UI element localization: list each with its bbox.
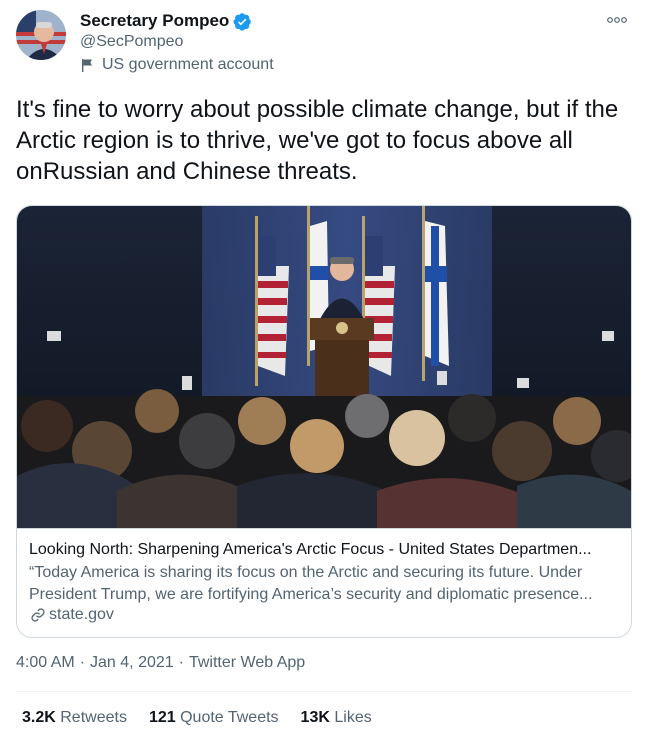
link-preview-card[interactable]: Looking North: Sharpening America's Arct… — [16, 205, 632, 638]
quote-tweets-stat[interactable]: 121 Quote Tweets — [149, 709, 279, 727]
likes-count: 13K — [300, 709, 330, 726]
link-icon — [31, 608, 45, 622]
avatar[interactable] — [16, 10, 66, 60]
card-description-line: “Today America is sharing its focus on t… — [29, 564, 583, 581]
author-handle[interactable]: @SecPompeo — [80, 32, 183, 52]
card-description-line: President Trump, we are fortifying Ameri… — [29, 586, 593, 603]
tweet-header: Secretary Pompeo @SecPompeo US governmen… — [16, 8, 634, 80]
government-flag-icon — [82, 59, 92, 72]
divider — [16, 691, 632, 692]
tweet-meta: 4:00 AM · Jan 4, 2021 · Twitter Web App — [16, 654, 305, 672]
card-domain[interactable]: state.gov — [29, 606, 114, 624]
likes-stat[interactable]: 13K Likes — [301, 709, 372, 727]
tweet-text: It's fine to worry about possible climat… — [16, 96, 619, 185]
author-name-row[interactable]: Secretary Pompeo — [80, 10, 252, 32]
meta-separator: · — [178, 654, 184, 671]
verified-badge-icon — [233, 12, 252, 31]
card-body[interactable]: Looking North: Sharpening America's Arct… — [17, 528, 631, 637]
tweet-stats: 3.2K Retweets 121 Quote Tweets 13K Likes — [22, 709, 372, 727]
retweets-count: 3.2K — [22, 709, 56, 726]
card-domain-text: state.gov — [49, 606, 114, 623]
more-options-icon[interactable] — [606, 12, 628, 28]
quote-tweets-count: 121 — [148, 709, 176, 726]
retweets-label: Retweets — [60, 709, 127, 726]
avatar-image — [16, 10, 66, 60]
tweet-source[interactable]: Twitter Web App — [189, 654, 305, 672]
meta-separator: · — [79, 654, 86, 671]
retweets-stat[interactable]: 3.2K Retweets — [22, 709, 127, 727]
tweet-time[interactable]: 4:00 AM — [16, 654, 75, 672]
quote-tweets-label: Quote Tweets — [180, 709, 279, 726]
tweet-date[interactable]: Jan 4, 2021 — [90, 654, 174, 672]
card-image[interactable] — [17, 206, 631, 528]
government-label[interactable]: US government account — [80, 56, 274, 74]
likes-label: Likes — [334, 709, 372, 726]
card-description: “Today America is sharing its focus on t… — [29, 562, 623, 606]
card-title[interactable]: Looking North: Sharpening America's Arct… — [29, 539, 623, 561]
finland-flag-right — [422, 206, 449, 381]
author-name[interactable]: Secretary Pompeo — [80, 10, 229, 32]
government-label-text: US government account — [102, 56, 274, 73]
